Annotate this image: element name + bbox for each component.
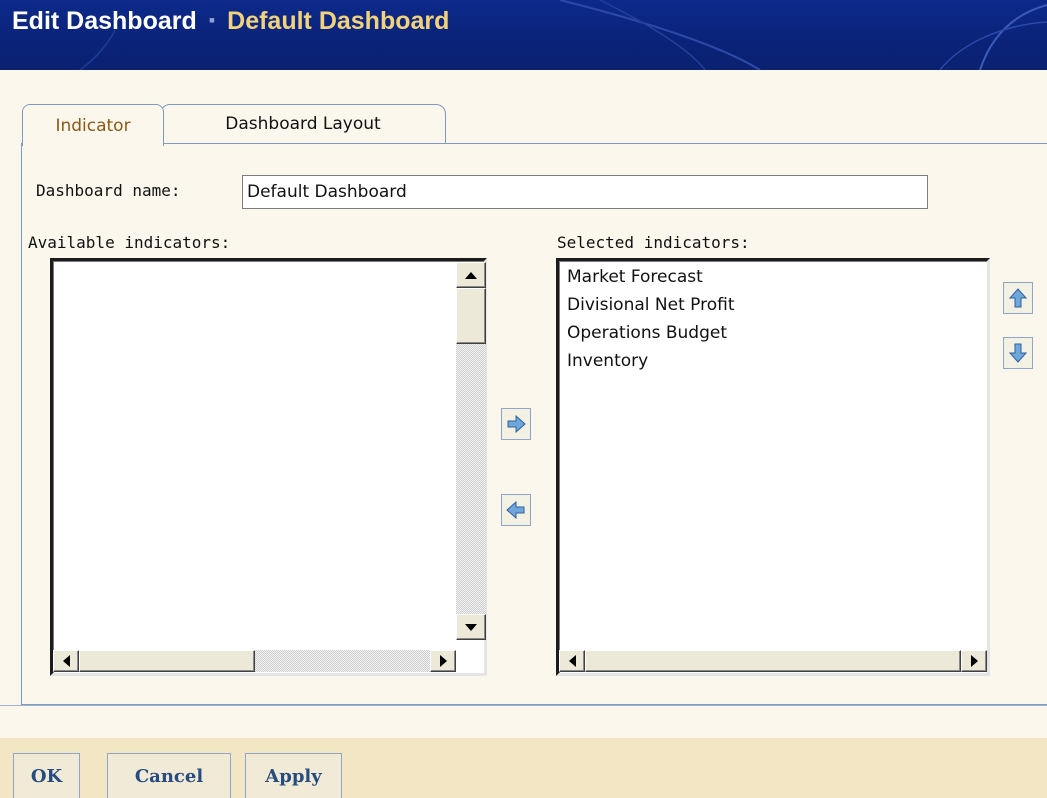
arrow-right-icon [507,415,526,433]
arrow-down-icon [1009,343,1027,363]
scroll-down-button[interactable] [456,614,486,640]
title-bar: Edit Dashboard ▪ Default Dashboard [0,0,1047,70]
tab-indicator[interactable]: Indicator [22,104,164,146]
scroll-right-button[interactable] [430,650,456,672]
scroll-right-icon [439,655,447,667]
tab-dashboard-layout-label: Dashboard Layout [225,114,381,134]
remove-indicator-button[interactable] [501,494,531,526]
horizontal-scroll-thumb[interactable] [79,650,255,672]
title-separator: ▪ [208,10,216,30]
selected-indicators-list[interactable]: Market Forecast Divisional Net Profit Op… [556,258,990,676]
title-dashboard-name: Default Dashboard [227,7,450,35]
available-horizontal-scrollbar[interactable] [53,650,456,672]
scroll-left-icon [62,655,70,667]
move-up-button[interactable] [1003,282,1033,314]
available-indicators-list[interactable] [50,258,487,676]
arrow-up-icon [1009,288,1027,308]
apply-button[interactable]: Apply [245,753,342,798]
dashboard-name-label: Dashboard name: [36,181,181,200]
scroll-down-icon [465,623,477,631]
title-main: Edit Dashboard [12,7,197,35]
tab-dashboard-layout[interactable]: Dashboard Layout [160,104,446,144]
dashboard-name-input[interactable] [242,175,928,209]
horizontal-scroll-thumb[interactable] [585,650,961,672]
available-vertical-scrollbar[interactable] [456,262,486,640]
scroll-left-button[interactable] [559,650,585,672]
list-item[interactable]: Market Forecast [567,263,735,291]
selected-indicators-items: Market Forecast Divisional Net Profit Op… [567,263,735,375]
ok-button[interactable]: OK [13,753,80,798]
list-item[interactable]: Inventory [567,347,735,375]
list-item[interactable]: Operations Budget [567,319,735,347]
vertical-scroll-thumb[interactable] [456,288,486,344]
add-indicator-button[interactable] [501,408,531,440]
page-title: Edit Dashboard ▪ Default Dashboard [12,4,449,37]
available-indicators-label: Available indicators: [28,233,231,252]
scroll-up-button[interactable] [456,262,486,288]
footer-divider [0,705,1047,706]
move-down-button[interactable] [1003,337,1033,369]
cancel-button[interactable]: Cancel [107,753,231,798]
scroll-left-button[interactable] [53,650,79,672]
selected-indicators-label: Selected indicators: [557,233,750,252]
arrow-left-icon [506,501,525,519]
list-item[interactable]: Divisional Net Profit [567,291,735,319]
scroll-right-button[interactable] [961,650,987,672]
scroll-up-icon [465,271,477,279]
scroll-right-icon [970,655,978,667]
selected-horizontal-scrollbar[interactable] [559,650,987,672]
tab-indicator-label: Indicator [55,115,131,136]
scroll-left-icon [568,655,576,667]
